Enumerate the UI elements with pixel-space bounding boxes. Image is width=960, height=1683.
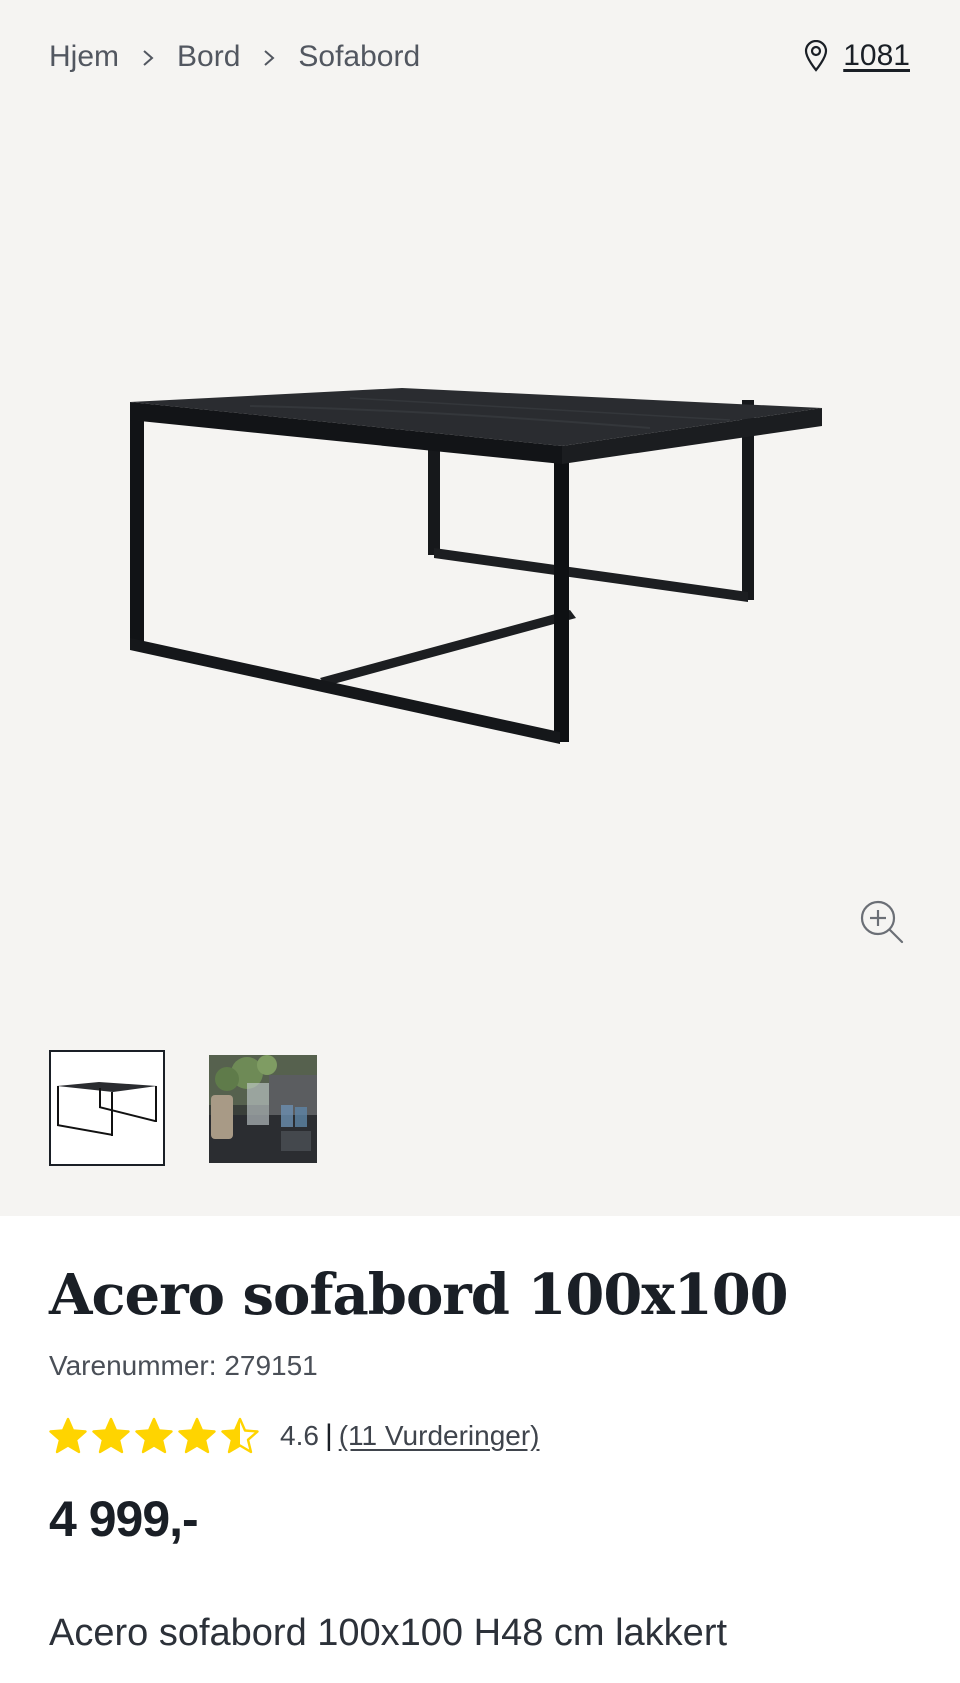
star-icon (49, 1417, 87, 1454)
product-title: Acero sofabord 100x100 (49, 1262, 789, 1328)
store-selector[interactable]: 1081 (803, 34, 910, 78)
product-price: 4 999,- (49, 1491, 199, 1547)
chevron-right-icon (119, 40, 177, 74)
product-image (130, 388, 822, 744)
zoom-in-icon[interactable] (858, 898, 906, 946)
product-sku: Varenummer: 279151 (49, 1350, 318, 1381)
rating-separator: | (324, 1419, 333, 1452)
breadcrumb: Hjem Bord Sofabord (49, 36, 420, 78)
breadcrumb-bord[interactable]: Bord (177, 40, 240, 74)
breadcrumb-sofabord[interactable]: Sofabord (298, 40, 420, 74)
breadcrumb-home[interactable]: Hjem (49, 40, 119, 74)
reviews-link[interactable]: (11 Vurderinger) (339, 1420, 540, 1452)
star-icon (135, 1417, 173, 1454)
store-number[interactable]: 1081 (843, 39, 910, 73)
star-icon (178, 1417, 216, 1454)
rating-stars (49, 1417, 264, 1455)
rating-score: 4.6 (280, 1420, 319, 1451)
star-icon (221, 1417, 259, 1454)
product-rating: 4.6 | (11 Vurderinger) (49, 1414, 540, 1458)
product-gallery: Hjem Bord Sofabord 1081 (0, 0, 960, 1216)
location-pin-icon (805, 40, 828, 72)
table-thumbnail-image (57, 1082, 157, 1136)
product-description: Acero sofabord 100x100 H48 cm lakkert (49, 1612, 728, 1654)
thumbnail-table-product[interactable] (49, 1050, 165, 1166)
star-icon (92, 1417, 130, 1454)
thumbnail-table-lifestyle[interactable] (209, 1055, 317, 1163)
lifestyle-thumbnail-image (209, 1055, 317, 1163)
chevron-right-icon (240, 40, 298, 74)
